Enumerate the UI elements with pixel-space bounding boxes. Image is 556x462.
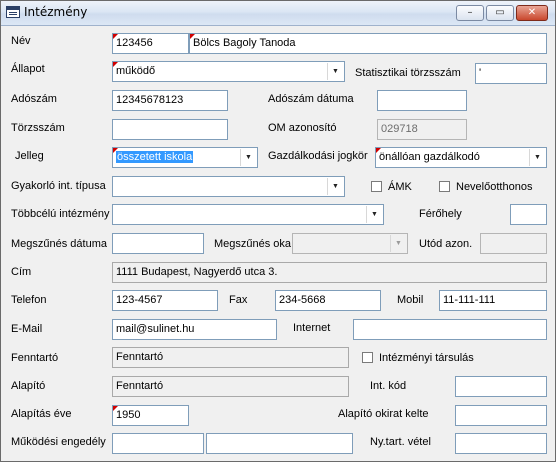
closure-date-label: Megszűnés dátuma: [11, 238, 107, 250]
amk-checkbox[interactable]: [371, 181, 382, 192]
institution-window: Intézmény – ▭ ✕ Név 123456 Bölcs Bagoly …: [0, 0, 556, 462]
statistical-number-field[interactable]: ': [475, 63, 547, 84]
founder-label: Alapító: [11, 380, 46, 392]
institution-code-field[interactable]: 123456: [112, 33, 189, 54]
mobile-field[interactable]: 11-111-111: [439, 290, 547, 311]
phone-label: Telefon: [11, 294, 47, 306]
association-label: Intézményi társulás: [379, 352, 474, 364]
registry-number-field[interactable]: [112, 119, 228, 140]
operating-license-label: Működési engedély: [11, 436, 106, 448]
tax-number-field[interactable]: 12345678123: [112, 90, 228, 111]
email-label: E-Mail: [11, 323, 43, 335]
internet-field[interactable]: [353, 319, 547, 340]
chevron-down-icon[interactable]: ▼: [327, 63, 343, 80]
founding-year-label: Alapítás éve: [11, 408, 72, 420]
title-bar[interactable]: Intézmény – ▭ ✕: [1, 1, 555, 26]
register-receipt-field[interactable]: [455, 433, 547, 454]
institution-code-small-field[interactable]: [455, 376, 547, 397]
fax-label: Fax: [229, 294, 248, 306]
closure-reason-select: ▼: [292, 233, 408, 254]
minimize-button[interactable]: –: [456, 5, 484, 21]
orphanage-label: Nevelőotthonos: [456, 181, 533, 193]
institution-name-field[interactable]: Bölcs Bagoly Tanoda: [189, 33, 547, 54]
chevron-down-icon[interactable]: ▼: [327, 178, 343, 195]
type-value: összetett iskola: [116, 151, 194, 163]
successor-id-field: [480, 233, 547, 254]
capacity-field[interactable]: [510, 204, 547, 225]
founder-field[interactable]: Fenntartó: [112, 376, 349, 397]
phone-field[interactable]: 123-4567: [112, 290, 218, 311]
practice-type-select[interactable]: ▼: [112, 176, 345, 197]
maintainer-label: Fenntartó: [11, 352, 59, 364]
founding-year-field[interactable]: 1950: [112, 405, 189, 426]
chevron-down-icon: ▼: [390, 235, 406, 252]
window-title: Intézmény: [24, 5, 88, 19]
operating-license-field-1[interactable]: [112, 433, 204, 454]
capacity-label: Férőhely: [419, 208, 462, 220]
status-label: Állapot: [11, 63, 45, 75]
maximize-button[interactable]: ▭: [486, 5, 514, 21]
fax-field[interactable]: 234-5668: [275, 290, 381, 311]
name-label: Név: [11, 35, 31, 47]
chevron-down-icon[interactable]: ▼: [240, 149, 256, 166]
registry-number-label: Törzsszám: [11, 122, 65, 134]
type-label: Jelleg: [15, 150, 44, 162]
statistical-number-label: Statisztikai törzsszám: [355, 67, 461, 79]
operating-license-field-2[interactable]: [206, 433, 353, 454]
chevron-down-icon[interactable]: ▼: [366, 206, 382, 223]
tax-number-label: Adószám: [11, 93, 57, 105]
tax-number-date-label: Adószám dátuma: [268, 93, 354, 105]
mobile-label: Mobil: [397, 294, 424, 306]
type-select[interactable]: összetett iskola ▼: [112, 147, 258, 168]
email-field[interactable]: mail@sulinet.hu: [112, 319, 277, 340]
association-checkbox[interactable]: [362, 352, 373, 363]
practice-type-label: Gyakorló int. típusa: [11, 180, 106, 192]
closure-date-field[interactable]: [112, 233, 204, 254]
close-button[interactable]: ✕: [516, 5, 548, 21]
orphanage-checkbox[interactable]: [439, 181, 450, 192]
address-field[interactable]: 1111 Budapest, Nagyerdő utca 3.: [112, 262, 547, 283]
register-receipt-label: Ny.tart. vétel: [370, 436, 431, 448]
financial-authority-label: Gazdálkodási jogkör: [268, 150, 368, 162]
status-value: működő: [116, 65, 156, 77]
maintainer-field[interactable]: Fenntartó: [112, 347, 349, 368]
om-id-label: OM azonosító: [268, 122, 337, 134]
founding-charter-date-label: Alapító okirat kelte: [338, 408, 429, 420]
app-window-icon: [6, 6, 20, 18]
status-select[interactable]: működő ▼: [112, 61, 345, 82]
tax-number-date-field[interactable]: [377, 90, 467, 111]
closure-reason-label: Megszűnés oka: [214, 238, 292, 250]
financial-authority-select[interactable]: önállóan gazdálkodó ▼: [375, 147, 547, 168]
multipurpose-select[interactable]: ▼: [112, 204, 384, 225]
internet-label: Internet: [293, 322, 331, 334]
amk-label: ÁMK: [388, 181, 412, 193]
multipurpose-label: Többcélú intézmény: [11, 208, 110, 220]
successor-id-label: Utód azon.: [419, 238, 473, 250]
address-label: Cím: [11, 266, 32, 278]
institution-code-label: Int. kód: [370, 380, 407, 392]
chevron-down-icon[interactable]: ▼: [529, 149, 545, 166]
financial-authority-value: önállóan gazdálkodó: [379, 151, 480, 163]
founding-charter-date-field[interactable]: [455, 405, 547, 426]
om-id-field: 029718: [377, 119, 467, 140]
